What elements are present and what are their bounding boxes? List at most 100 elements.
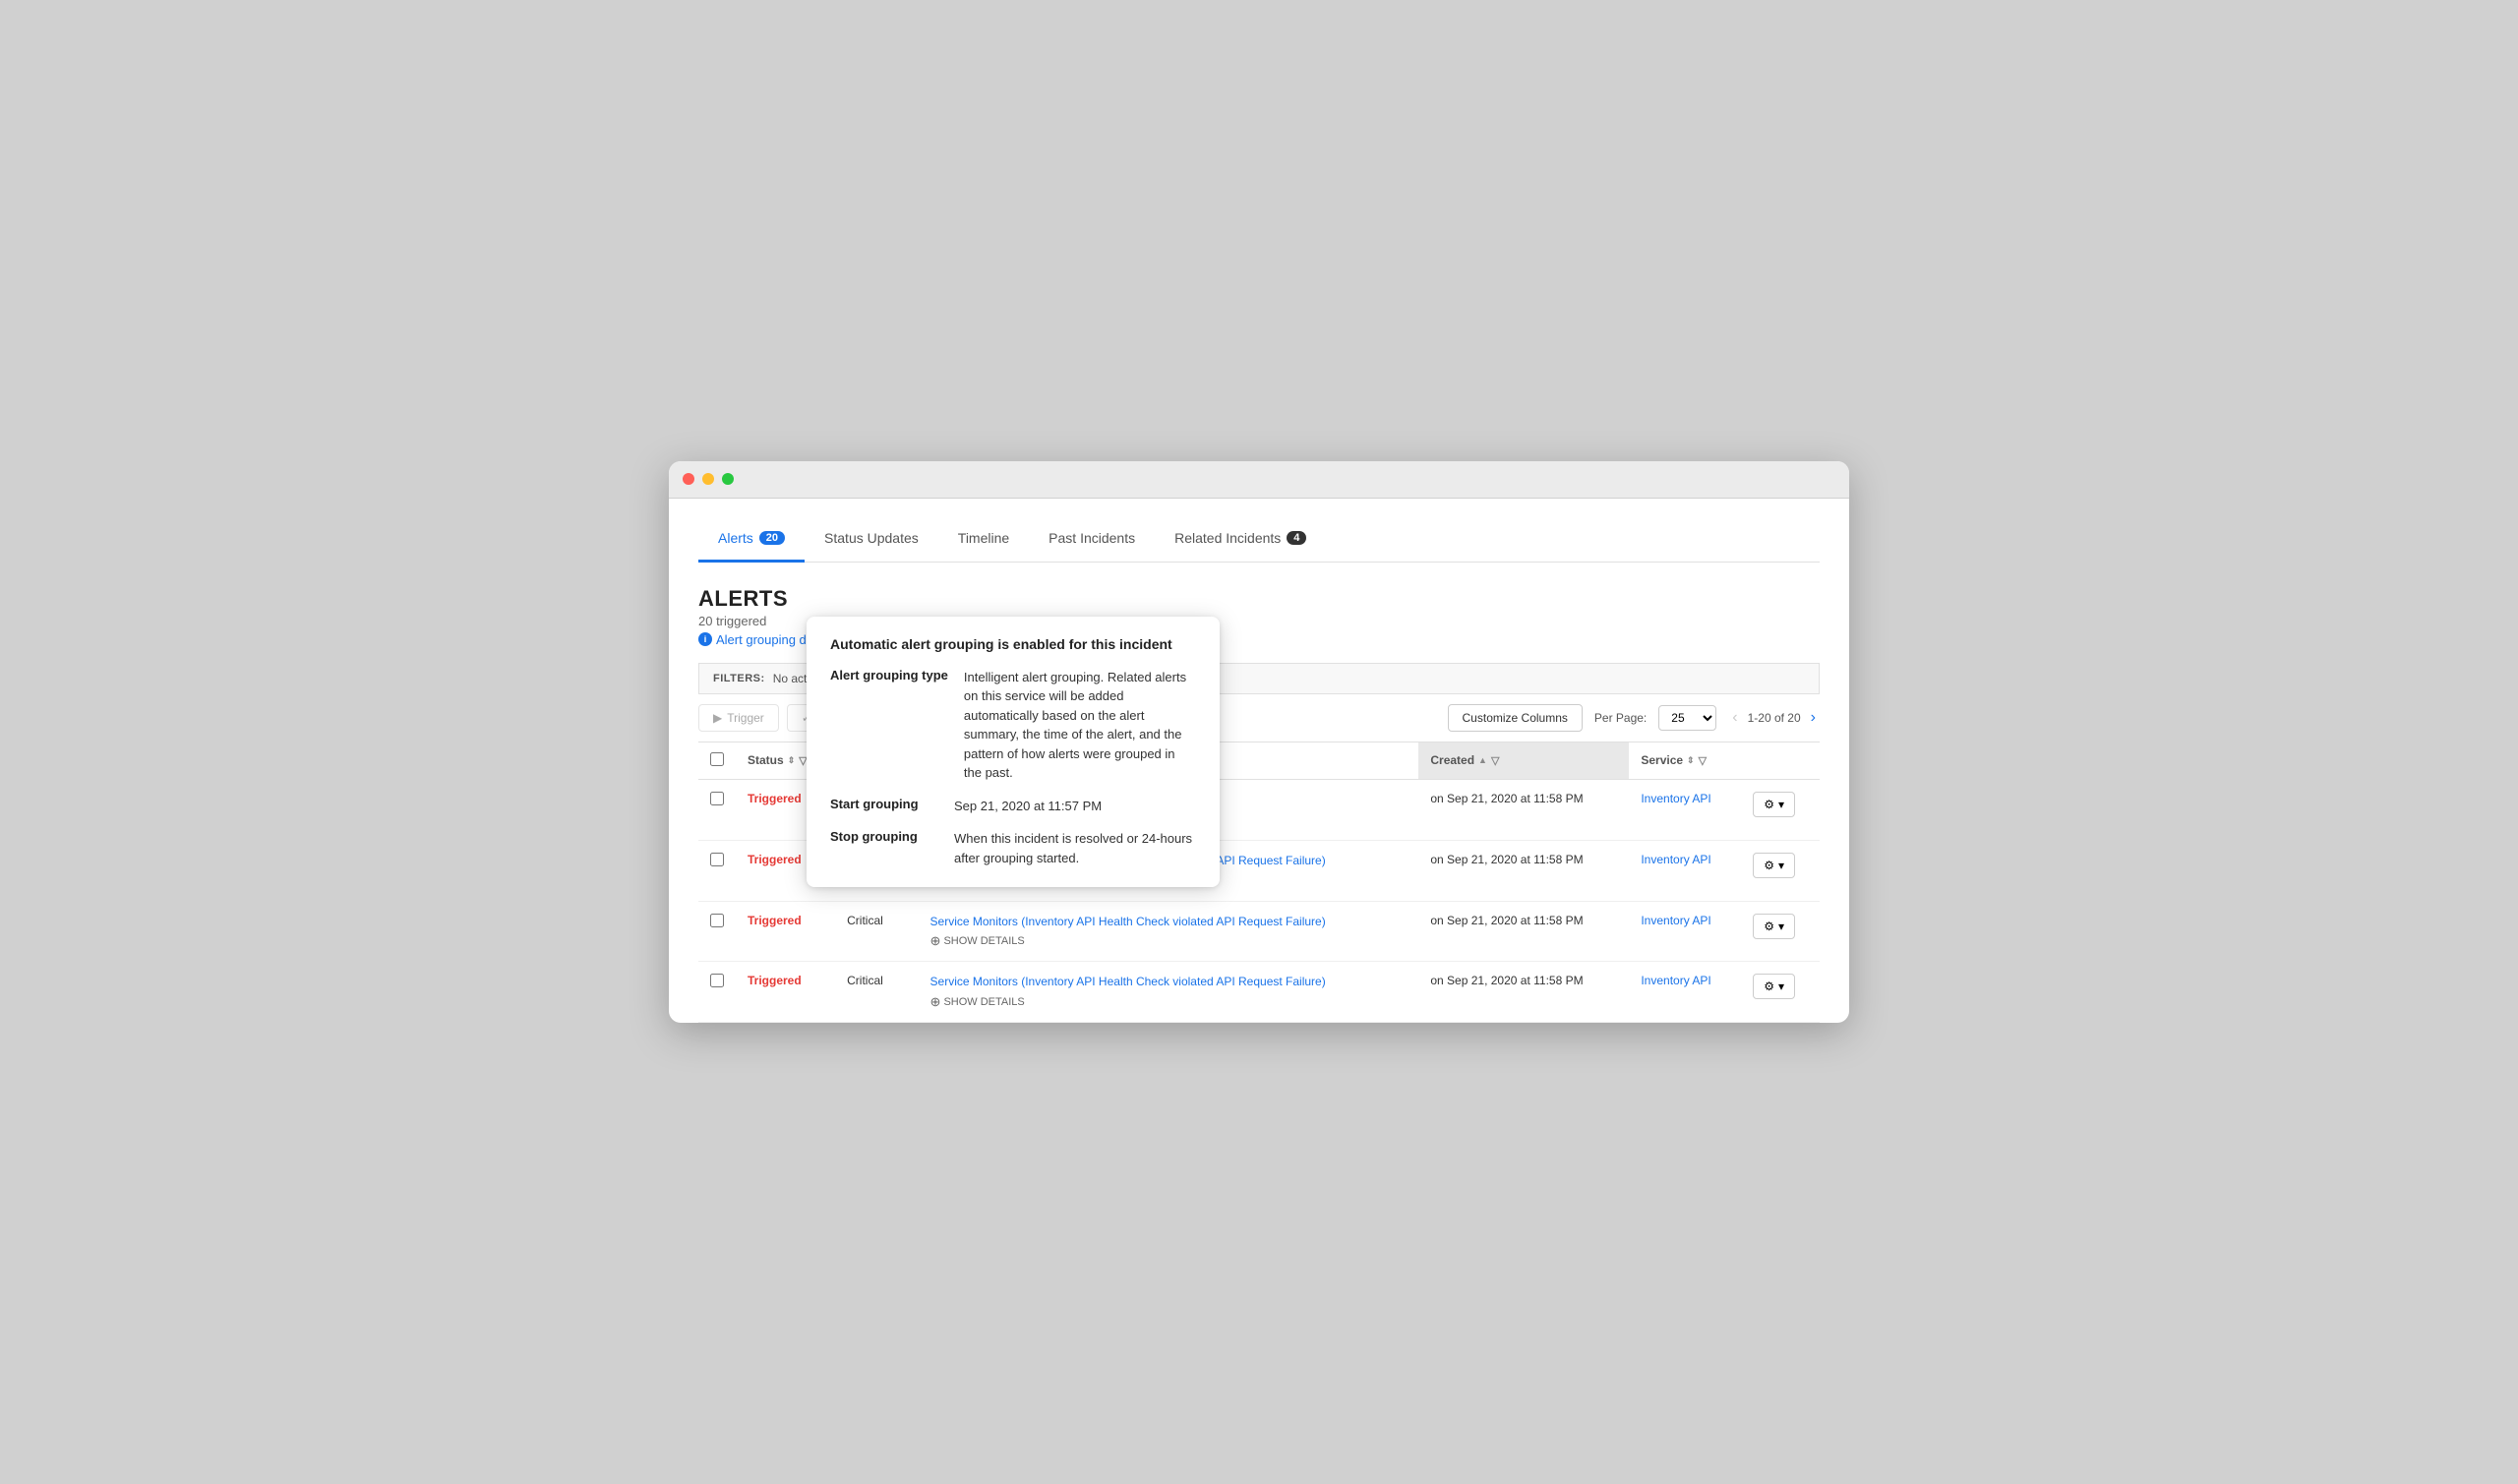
row-created-1: on Sep 21, 2020 at 11:58 PM [1418, 840, 1629, 901]
row-checkbox-cell [698, 840, 736, 901]
customize-columns-label: Customize Columns [1463, 711, 1568, 725]
content-area: Alerts 20 Status Updates Timeline Past I… [669, 499, 1849, 1023]
tab-related-incidents-label: Related Incidents [1174, 530, 1281, 546]
per-page-select[interactable]: 25 50 100 [1658, 705, 1716, 731]
tab-status-updates-label: Status Updates [824, 530, 919, 546]
action-button-0[interactable]: ⚙ ▾ [1753, 792, 1795, 817]
action-button-1[interactable]: ⚙ ▾ [1753, 853, 1795, 878]
customize-columns-button[interactable]: Customize Columns [1448, 704, 1583, 732]
row-checkbox-cell [698, 779, 736, 840]
service-filter-icon[interactable]: ▽ [1699, 754, 1707, 767]
pagination-next-button[interactable]: › [1807, 707, 1820, 729]
th-checkbox [698, 742, 736, 780]
row-checkbox-2[interactable] [710, 914, 724, 927]
row-service-0: Inventory API [1629, 779, 1741, 840]
chevron-down-icon-2: ▾ [1778, 920, 1784, 933]
row-status-3: Triggered [736, 962, 835, 1023]
row-created-3: on Sep 21, 2020 at 11:58 PM [1418, 962, 1629, 1023]
table-row: Triggered Critical Service Monitors (Inv… [698, 901, 1820, 962]
show-details-2[interactable]: ⊕ SHOW DETAILS [930, 933, 1408, 949]
row-checkbox-1[interactable] [710, 853, 724, 866]
gear-icon-2: ⚙ [1764, 920, 1774, 933]
alert-title-link-2[interactable]: Service Monitors (Inventory API Health C… [930, 914, 1408, 930]
status-sort-icon[interactable]: ⇕ [788, 755, 796, 766]
per-page-label: Per Page: [1594, 711, 1647, 725]
created-sort-icon[interactable]: ▲ [1478, 755, 1487, 765]
pagination-prev-button[interactable]: ‹ [1728, 707, 1741, 729]
info-icon: i [698, 632, 712, 646]
status-value-1: Triggered [748, 853, 802, 866]
row-checkbox-3[interactable] [710, 974, 724, 987]
tab-alerts-label: Alerts [718, 530, 753, 546]
trigger-label: Trigger [727, 711, 764, 725]
row-created-0: on Sep 21, 2020 at 11:58 PM [1418, 779, 1629, 840]
status-value-0: Triggered [748, 792, 802, 805]
chevron-down-icon-0: ▾ [1778, 798, 1784, 811]
tooltip-row-2: Stop grouping When this incident is reso… [830, 829, 1196, 867]
tab-status-updates[interactable]: Status Updates [805, 518, 938, 563]
row-action-1: ⚙ ▾ [1741, 840, 1820, 901]
status-value-3: Triggered [748, 974, 802, 987]
row-service-3: Inventory API [1629, 962, 1741, 1023]
row-service-2: Inventory API [1629, 901, 1741, 962]
alert-grouping-tooltip: Automatic alert grouping is enabled for … [807, 617, 1220, 888]
tab-past-incidents-label: Past Incidents [1049, 530, 1135, 546]
toolbar-right: Customize Columns Per Page: 25 50 100 ‹ … [1448, 704, 1820, 732]
tooltip-val-2: When this incident is resolved or 24-hou… [954, 829, 1196, 867]
created-filter-icon[interactable]: ▽ [1491, 754, 1499, 767]
row-checkbox-cell [698, 962, 736, 1023]
tab-related-incidents-badge: 4 [1287, 531, 1306, 545]
action-button-2[interactable]: ⚙ ▾ [1753, 914, 1795, 939]
row-title-2: Service Monitors (Inventory API Health C… [919, 901, 1419, 962]
row-action-2: ⚙ ▾ [1741, 901, 1820, 962]
gear-icon-3: ⚙ [1764, 979, 1774, 993]
action-button-3[interactable]: ⚙ ▾ [1753, 974, 1795, 999]
row-created-2: on Sep 21, 2020 at 11:58 PM [1418, 901, 1629, 962]
close-button[interactable] [683, 473, 694, 485]
tab-bar: Alerts 20 Status Updates Timeline Past I… [698, 518, 1820, 563]
select-all-checkbox[interactable] [710, 752, 724, 766]
th-actions [1741, 742, 1820, 780]
tab-alerts[interactable]: Alerts 20 [698, 518, 805, 563]
maximize-button[interactable] [722, 473, 734, 485]
service-sort-icon[interactable]: ⇕ [1687, 755, 1695, 766]
pagination: ‹ 1-20 of 20 › [1728, 707, 1820, 729]
row-status-2: Triggered [736, 901, 835, 962]
main-window: Alerts 20 Status Updates Timeline Past I… [669, 461, 1849, 1023]
tooltip-val-1: Sep 21, 2020 at 11:57 PM [954, 797, 1102, 816]
tooltip-key-2: Stop grouping [830, 829, 938, 867]
service-link-0[interactable]: Inventory API [1641, 792, 1710, 805]
plus-icon-3: ⊕ [930, 994, 941, 1010]
th-created: Created ▲ ▽ [1418, 742, 1629, 780]
th-service-label: Service [1641, 753, 1683, 767]
service-link-2[interactable]: Inventory API [1641, 914, 1710, 927]
row-action-3: ⚙ ▾ [1741, 962, 1820, 1023]
service-link-1[interactable]: Inventory API [1641, 853, 1710, 866]
tooltip-row-1: Start grouping Sep 21, 2020 at 11:57 PM [830, 797, 1196, 816]
alert-title-link-3[interactable]: Service Monitors (Inventory API Health C… [930, 974, 1408, 990]
tooltip-rows: Alert grouping type Intelligent alert gr… [830, 668, 1196, 868]
tab-timeline[interactable]: Timeline [938, 518, 1029, 563]
tooltip-key-1: Start grouping [830, 797, 938, 816]
show-details-3[interactable]: ⊕ SHOW DETAILS [930, 994, 1408, 1010]
table-row: Triggered Critical Service Monitors (Inv… [698, 962, 1820, 1023]
gear-icon-1: ⚙ [1764, 859, 1774, 872]
tab-past-incidents[interactable]: Past Incidents [1029, 518, 1155, 563]
row-checkbox-cell [698, 901, 736, 962]
tab-related-incidents[interactable]: Related Incidents 4 [1155, 518, 1326, 563]
tooltip-key-0: Alert grouping type [830, 668, 948, 783]
service-link-3[interactable]: Inventory API [1641, 974, 1710, 987]
row-action-0: ⚙ ▾ [1741, 779, 1820, 840]
row-service-1: Inventory API [1629, 840, 1741, 901]
trigger-button[interactable]: ▶ Trigger [698, 704, 779, 732]
plus-icon-2: ⊕ [930, 933, 941, 949]
filters-label: FILTERS: [713, 673, 765, 684]
titlebar [669, 461, 1849, 499]
tooltip-title: Automatic alert grouping is enabled for … [830, 636, 1196, 652]
row-checkbox-0[interactable] [710, 792, 724, 805]
row-severity-2: Critical [835, 901, 918, 962]
section-title: ALERTS [698, 586, 1820, 612]
minimize-button[interactable] [702, 473, 714, 485]
row-title-3: Service Monitors (Inventory API Health C… [919, 962, 1419, 1023]
th-created-label: Created [1430, 753, 1474, 767]
